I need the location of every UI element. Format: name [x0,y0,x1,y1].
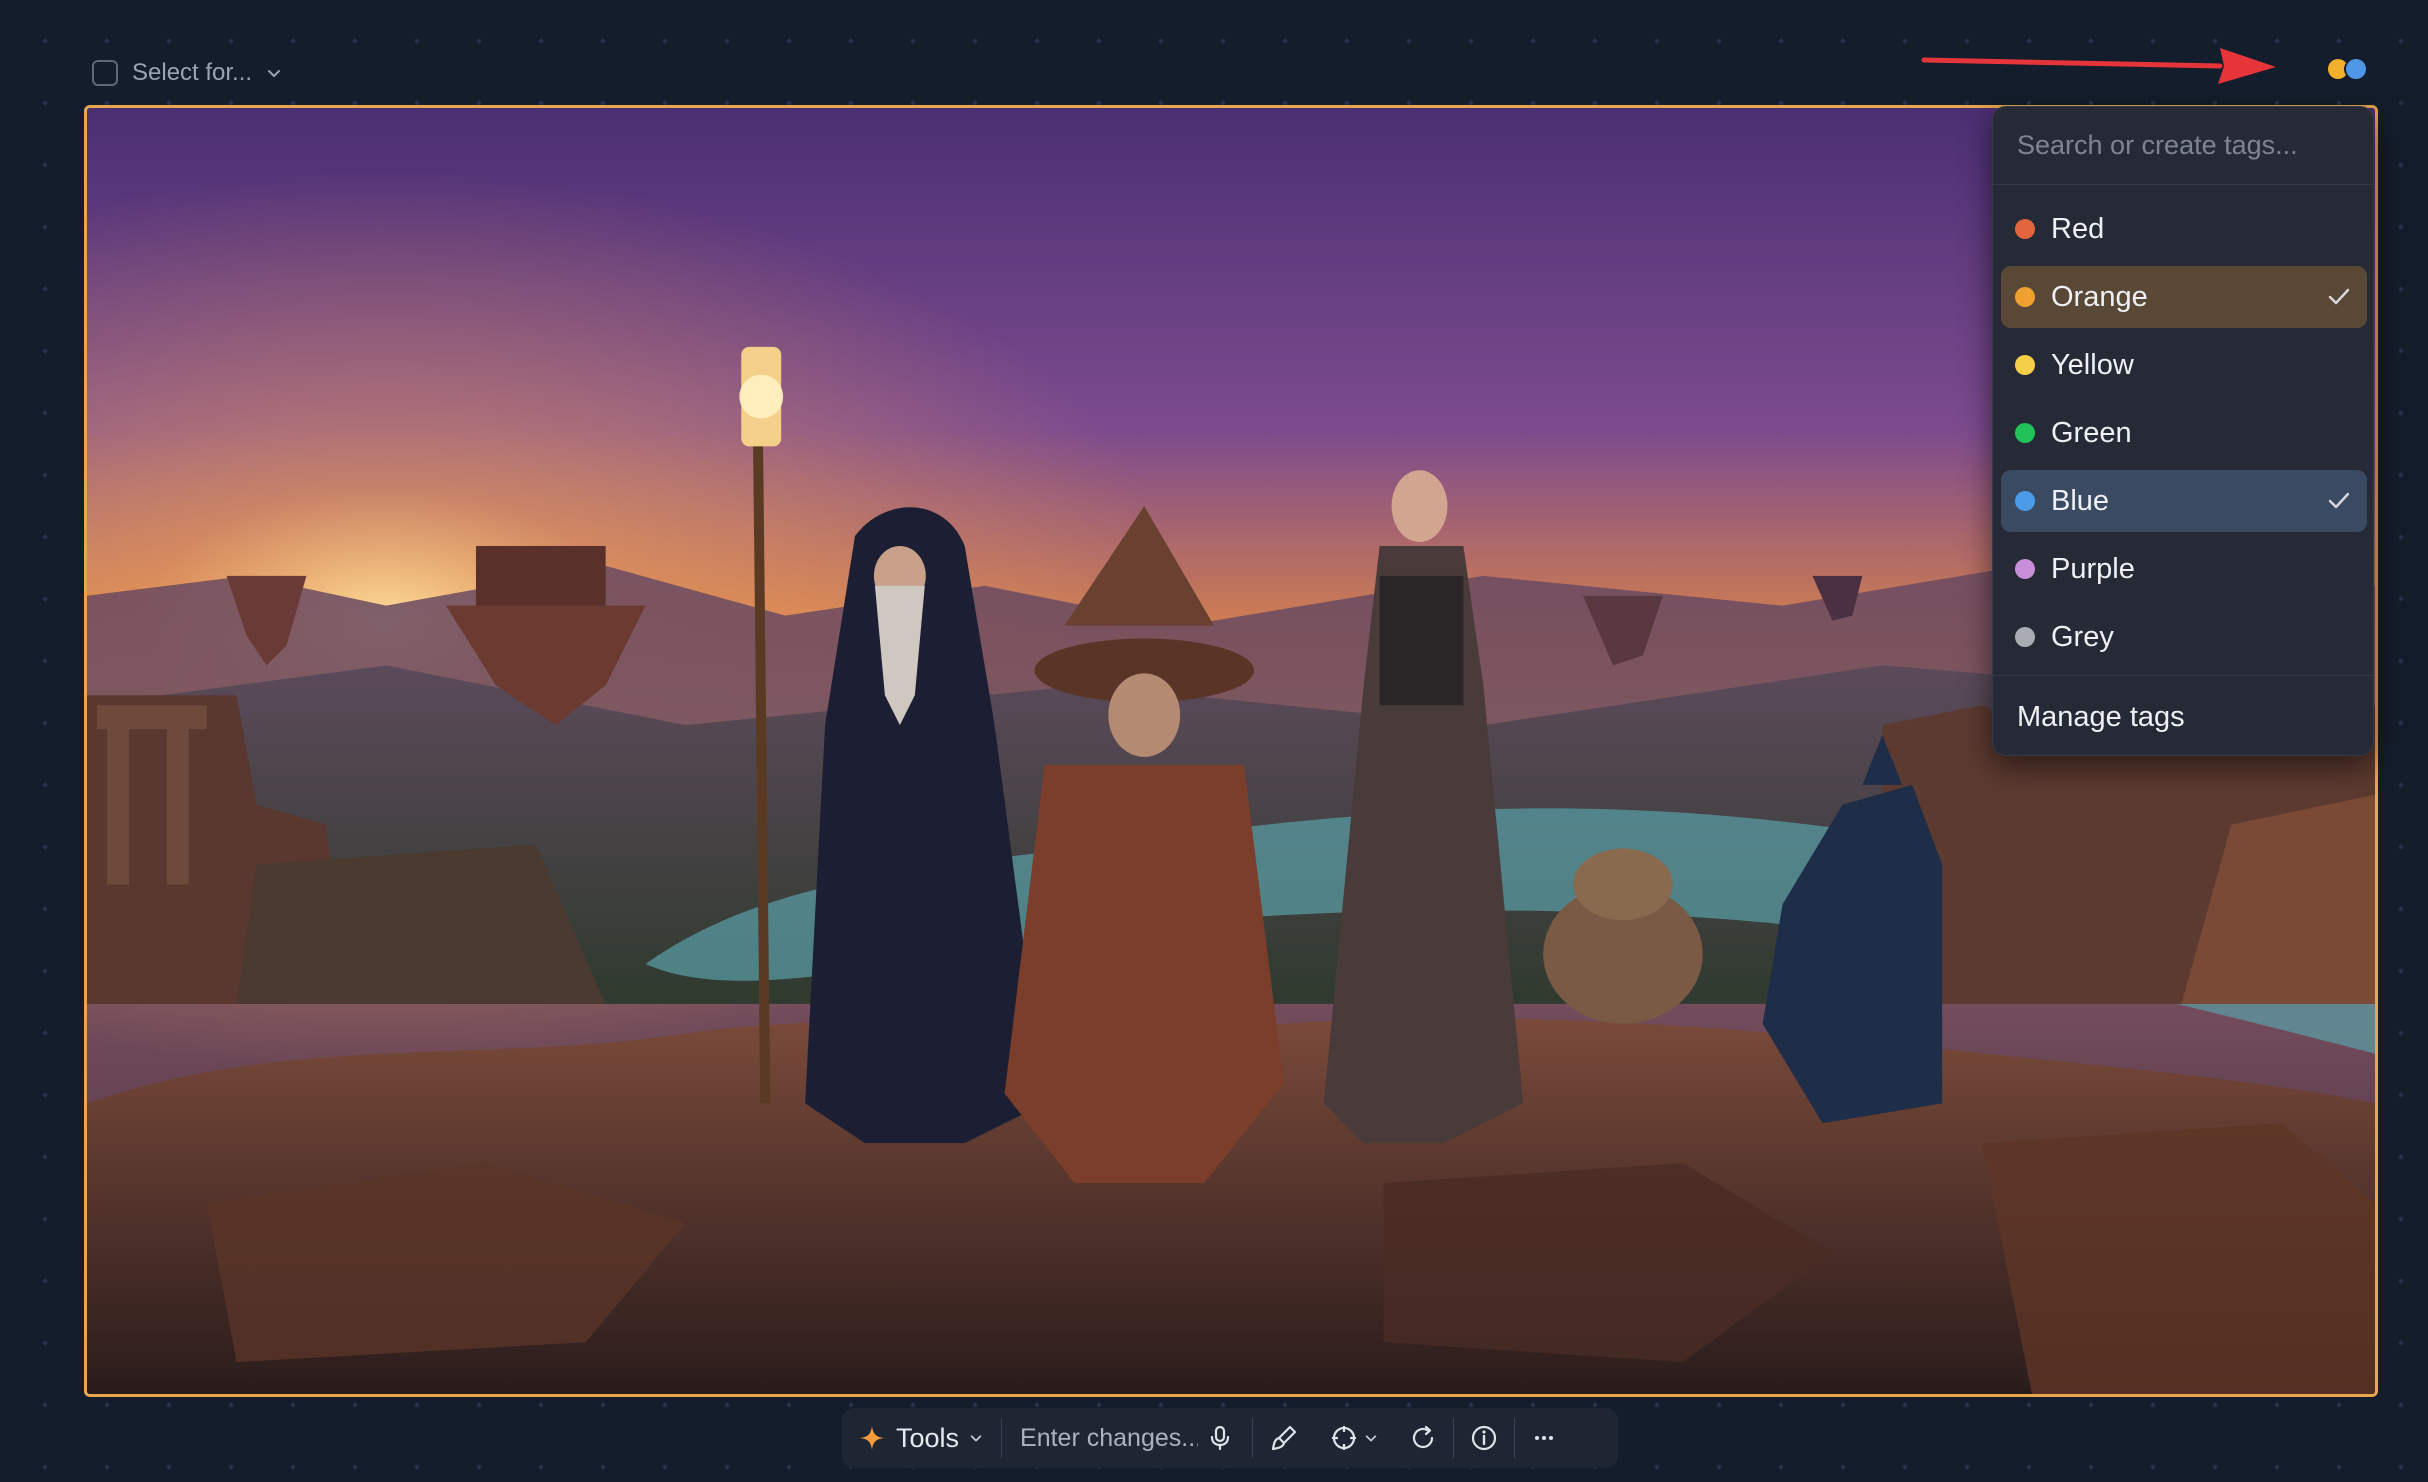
info-icon [1471,1425,1497,1451]
orange-dot-icon [2015,287,2035,307]
green-dot-icon [2015,423,2035,443]
sparkle-icon [860,1426,884,1450]
brush-button[interactable] [1253,1408,1315,1468]
menu-divider [1993,675,2373,676]
tag-indicator-button[interactable] [2326,56,2372,82]
tag-item-purple[interactable]: Purple [2001,538,2367,600]
select-checkbox[interactable] [92,60,118,86]
blue-tag-dot [2346,59,2366,79]
tag-list: Red Orange Yellow Green Blue Purple Grey [2001,198,2367,674]
tag-item-grey[interactable]: Grey [2001,606,2367,668]
grey-dot-icon [2015,627,2035,647]
tag-search-input[interactable] [1993,107,2373,185]
tag-item-blue[interactable]: Blue [2001,470,2367,532]
info-button[interactable] [1454,1408,1514,1468]
checkmark-icon [2328,288,2350,305]
tag-item-orange[interactable]: Orange [2001,266,2367,328]
orange-tag-dot [2328,59,2348,79]
yellow-dot-icon [2015,355,2035,375]
select-for-label: Select for... [132,59,253,86]
tag-item-green[interactable]: Green [2001,402,2367,464]
more-options-button[interactable] [1515,1408,1573,1468]
tag-label: Blue [2051,484,2110,517]
tools-button[interactable]: Tools [842,1408,1001,1468]
checkmark-icon [2328,492,2350,509]
regenerate-button[interactable] [1393,1408,1453,1468]
tag-item-yellow[interactable]: Yellow [2001,334,2367,396]
red-dot-icon [2015,219,2035,239]
tools-label: Tools [896,1422,960,1453]
more-horizontal-icon [1535,1436,1554,1440]
select-for-dropdown[interactable]: Select for... [92,58,282,88]
tag-label: Yellow [2051,348,2134,381]
microphone-icon [1210,1425,1230,1451]
annotation-arrow [1921,48,2276,84]
tag-label: Purple [2051,552,2135,585]
chevron-down-icon [268,70,281,77]
target-button[interactable] [1315,1408,1393,1468]
crosshair-icon [1332,1426,1357,1450]
tag-label: Red [2051,212,2105,245]
tag-label: Grey [2051,620,2114,653]
refresh-icon [1412,1425,1434,1449]
bottom-toolbar: Tools [842,1408,1618,1468]
brush-icon [1271,1425,1297,1451]
tag-label: Green [2051,416,2132,449]
blue-dot-icon [2015,491,2035,511]
tag-dropdown-menu: Red Orange Yellow Green Blue Purple [1992,106,2374,756]
tag-label: Orange [2051,280,2148,313]
chevron-down-icon [970,1435,982,1442]
enter-changes-input[interactable] [1002,1423,1199,1453]
chevron-down-icon [1365,1435,1377,1442]
manage-tags-button[interactable]: Manage tags [2017,701,2185,734]
purple-dot-icon [2015,559,2035,579]
microphone-button[interactable] [1198,1408,1242,1468]
tag-item-red[interactable]: Red [2001,198,2367,260]
